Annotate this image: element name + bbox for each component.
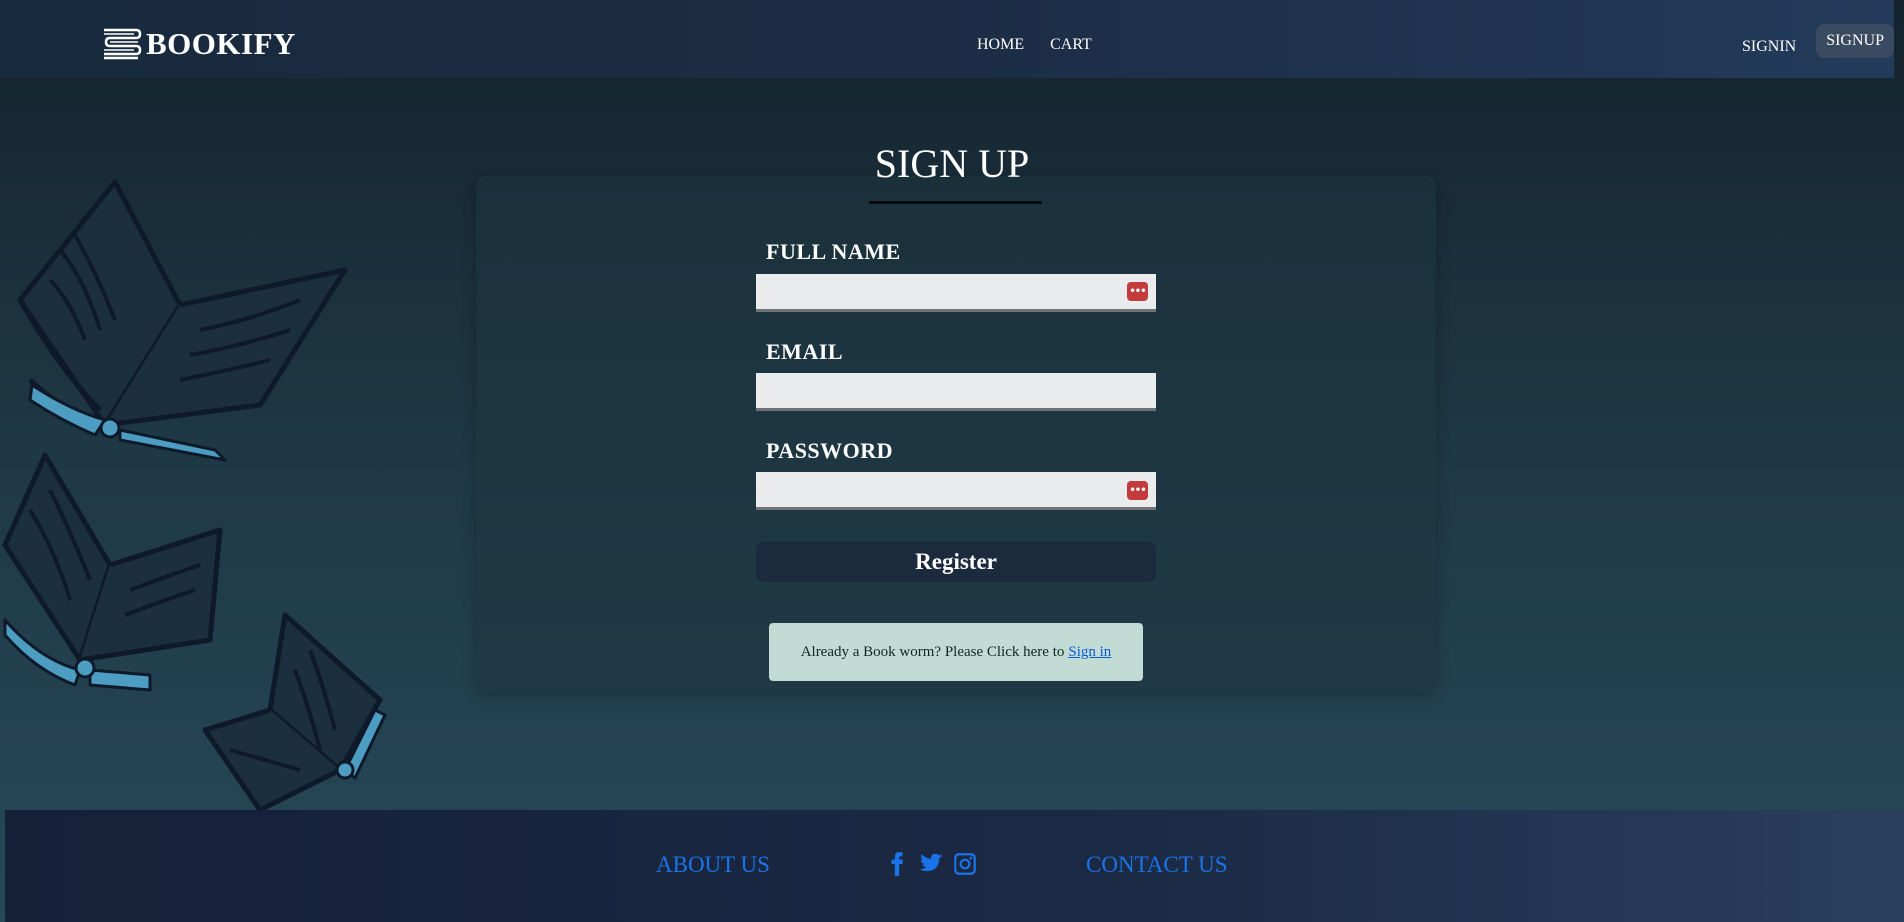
social-links [884, 851, 978, 877]
signup-card [476, 176, 1436, 691]
facebook-icon[interactable] [884, 851, 910, 877]
book-illustration-top [17, 179, 348, 462]
full-name-input[interactable] [756, 274, 1156, 312]
full-name-label: FULL NAME [766, 239, 901, 264]
email-label: EMAIL [766, 339, 844, 364]
password-manager-icon[interactable]: ••• [1127, 481, 1148, 500]
book-illustration-bottom [202, 612, 387, 810]
footer-about-link[interactable]: ABOUT US [656, 852, 770, 878]
register-button[interactable]: Register [756, 542, 1156, 582]
footer-contact-link[interactable]: CONTACT US [1086, 852, 1228, 878]
navbar: BOOKIFY HOME CART SIGNIN SIGNUP [0, 0, 1894, 78]
brand[interactable]: BOOKIFY [100, 26, 296, 62]
page-title: SIGN UP [874, 141, 1030, 186]
signin-note: Already a Book worm? Please Click here t… [769, 623, 1143, 681]
nav-cart-link[interactable]: CART [1050, 36, 1092, 54]
nav-links: HOME CART [977, 36, 1092, 54]
password-input[interactable] [756, 472, 1156, 510]
nav-home-link[interactable]: HOME [977, 36, 1024, 54]
brand-name: BOOKIFY [146, 26, 296, 61]
book-illustration-middle [2, 452, 223, 692]
instagram-icon[interactable] [952, 851, 978, 877]
book-stack-logo-icon [104, 28, 142, 60]
auth-links: SIGNIN SIGNUP [1742, 24, 1894, 58]
signin-note-link[interactable]: Sign in [1068, 644, 1111, 661]
title-underline [869, 201, 1042, 204]
password-manager-icon[interactable]: ••• [1127, 282, 1148, 301]
password-label: PASSWORD [766, 438, 894, 463]
email-input[interactable] [756, 373, 1156, 411]
signin-note-text: Already a Book worm? Please Click here t… [800, 643, 1065, 660]
signin-link[interactable]: SIGNIN [1742, 38, 1796, 56]
signup-button[interactable]: SIGNUP [1816, 24, 1894, 58]
twitter-icon[interactable] [918, 851, 944, 877]
flying-books-illustration [2, 179, 387, 810]
